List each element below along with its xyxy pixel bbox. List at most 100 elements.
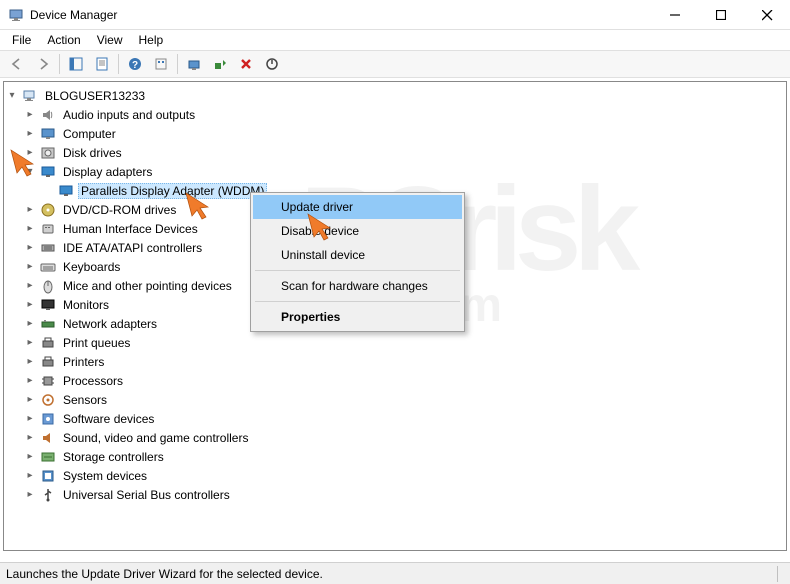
expand-toggle-icon[interactable]: ▸ [22, 297, 38, 313]
expand-toggle-icon[interactable]: ▸ [22, 316, 38, 332]
sensor-icon [40, 392, 56, 408]
tree-item-label: Audio inputs and outputs [60, 107, 198, 123]
scan-hardware-button[interactable] [182, 52, 206, 76]
context-menu-item[interactable]: Update driver [253, 195, 462, 219]
help-button[interactable]: ? [123, 52, 147, 76]
tree-item-label: Network adapters [60, 316, 160, 332]
expand-toggle-icon[interactable]: ▸ [22, 487, 38, 503]
expand-toggle-icon[interactable]: ▸ [22, 354, 38, 370]
monitor2-icon [40, 297, 56, 313]
context-menu-separator [255, 301, 460, 302]
properties-button[interactable] [90, 52, 114, 76]
expand-toggle-icon[interactable]: ▸ [22, 449, 38, 465]
tree-item-label: Human Interface Devices [60, 221, 201, 237]
tree-category[interactable]: ▸Software devices [4, 409, 786, 428]
tree-root[interactable]: ▾BLOGUSER13233 [4, 86, 786, 105]
expand-toggle-icon[interactable]: ▸ [22, 468, 38, 484]
cpu-icon [40, 373, 56, 389]
expand-toggle-icon[interactable]: ▸ [22, 221, 38, 237]
expand-toggle-icon[interactable]: ▸ [22, 126, 38, 142]
tree-item-label: Sound, video and game controllers [60, 430, 251, 446]
storage-icon [40, 449, 56, 465]
tree-item-label: IDE ATA/ATAPI controllers [60, 240, 205, 256]
dvd-icon [40, 202, 56, 218]
tree-item-label: Computer [60, 126, 119, 142]
tree-category[interactable]: ▾Display adapters [4, 162, 786, 181]
expand-toggle-icon[interactable]: ▸ [22, 278, 38, 294]
show-hide-tree-button[interactable] [64, 52, 88, 76]
expand-toggle-icon[interactable]: ▸ [22, 392, 38, 408]
display-icon [40, 164, 56, 180]
display-icon [58, 183, 74, 199]
tree-item-label: Keyboards [60, 259, 123, 275]
menu-help[interactable]: Help [131, 31, 172, 49]
expand-toggle-icon[interactable] [40, 183, 56, 199]
disable-button[interactable] [260, 52, 284, 76]
expand-toggle-icon[interactable]: ▸ [22, 411, 38, 427]
expand-toggle-icon[interactable]: ▸ [22, 107, 38, 123]
tree-category[interactable]: ▸Universal Serial Bus controllers [4, 485, 786, 504]
update-driver-button[interactable] [208, 52, 232, 76]
back-button[interactable] [5, 52, 29, 76]
menu-action[interactable]: Action [39, 31, 88, 49]
svg-text:?: ? [132, 60, 138, 71]
context-menu-item[interactable]: Properties [253, 305, 462, 329]
context-menu: Update driverDisable deviceUninstall dev… [250, 192, 465, 332]
close-button[interactable] [744, 0, 790, 30]
context-menu-item[interactable]: Scan for hardware changes [253, 274, 462, 298]
tree-category[interactable]: ▸ Computer [4, 124, 786, 143]
tree-category[interactable]: ▸ Audio inputs and outputs [4, 105, 786, 124]
context-menu-item[interactable]: Uninstall device [253, 243, 462, 267]
expand-toggle-icon[interactable]: ▸ [22, 202, 38, 218]
expand-toggle-icon[interactable]: ▸ [22, 240, 38, 256]
tree-category[interactable]: ▸Sensors [4, 390, 786, 409]
usb-icon [40, 487, 56, 503]
context-menu-item[interactable]: Disable device [253, 219, 462, 243]
expand-toggle-icon[interactable]: ▾ [22, 164, 38, 180]
tree-item-label: DVD/CD-ROM drives [60, 202, 179, 218]
tree-item-label: Printers [60, 354, 107, 370]
expand-toggle-icon[interactable]: ▸ [22, 373, 38, 389]
soft-icon [40, 411, 56, 427]
tree-item-label: Disk drives [60, 145, 125, 161]
maximize-button[interactable] [698, 0, 744, 30]
toolbar-separator [59, 54, 60, 74]
tree-item-label: System devices [60, 468, 150, 484]
monitor-icon [40, 126, 56, 142]
menu-view[interactable]: View [89, 31, 131, 49]
expand-toggle-icon[interactable]: ▾ [4, 88, 20, 104]
uninstall-button[interactable] [234, 52, 258, 76]
print-icon [40, 354, 56, 370]
tree-category[interactable]: ▸ Printers [4, 352, 786, 371]
tree-category[interactable]: ▸ Storage controllers [4, 447, 786, 466]
status-text: Launches the Update Driver Wizard for th… [6, 567, 323, 581]
ide-icon [40, 240, 56, 256]
window-controls [652, 0, 790, 29]
tree-item-label: Monitors [60, 297, 112, 313]
menubar: File Action View Help [0, 30, 790, 50]
tree-item-label: Print queues [60, 335, 133, 351]
app-icon [8, 7, 24, 23]
forward-button[interactable] [31, 52, 55, 76]
menu-file[interactable]: File [4, 31, 39, 49]
window-title: Device Manager [30, 8, 652, 22]
expand-toggle-icon[interactable]: ▸ [22, 145, 38, 161]
tree-category[interactable]: ▸ System devices [4, 466, 786, 485]
tree-item-label: Processors [60, 373, 126, 389]
tree-category[interactable]: ▸ Print queues [4, 333, 786, 352]
tree-category[interactable]: ▸ Processors [4, 371, 786, 390]
expand-toggle-icon[interactable]: ▸ [22, 430, 38, 446]
sys-icon [40, 468, 56, 484]
expand-toggle-icon[interactable]: ▸ [22, 259, 38, 275]
titlebar: Device Manager [0, 0, 790, 30]
expand-toggle-icon[interactable]: ▸ [22, 335, 38, 351]
toolbar-icon-button[interactable] [149, 52, 173, 76]
tree-category[interactable]: ▸ Sound, video and game controllers [4, 428, 786, 447]
tree-category[interactable]: ▸ Disk drives [4, 143, 786, 162]
tree-item-label: Storage controllers [60, 449, 167, 465]
speaker-icon [40, 107, 56, 123]
statusbar: Launches the Update Driver Wizard for th… [0, 562, 790, 584]
sound-icon [40, 430, 56, 446]
disk-icon [40, 145, 56, 161]
minimize-button[interactable] [652, 0, 698, 30]
